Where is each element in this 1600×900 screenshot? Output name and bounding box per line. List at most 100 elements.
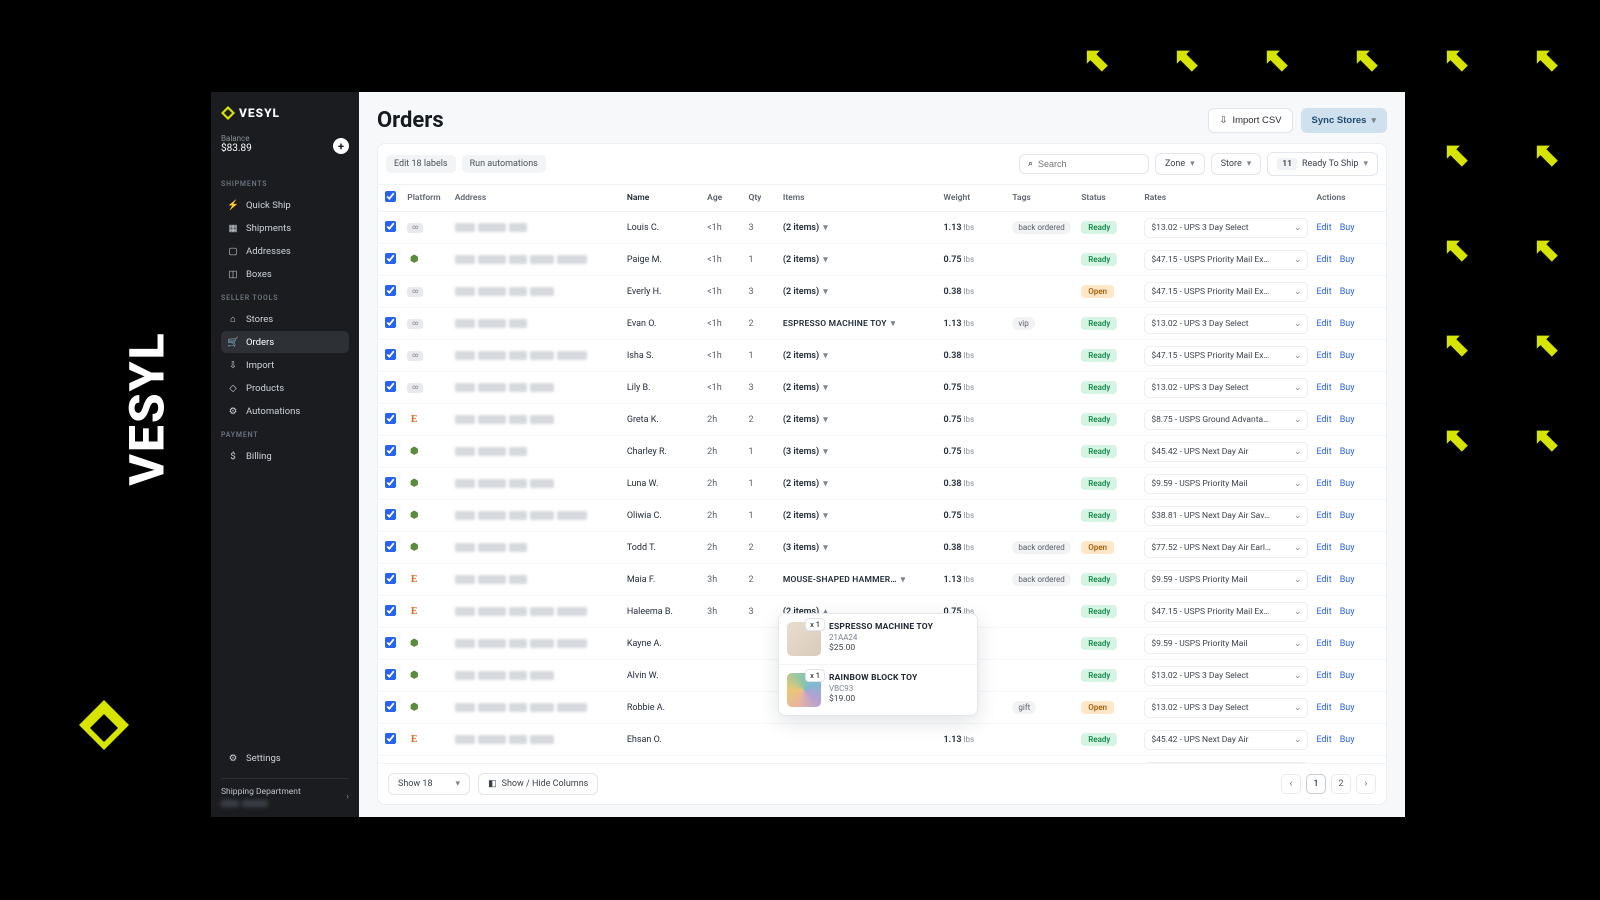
row-checkbox[interactable]: [385, 253, 396, 264]
row-checkbox[interactable]: [385, 477, 396, 488]
buy-link[interactable]: Buy: [1340, 735, 1355, 745]
row-checkbox[interactable]: [385, 573, 396, 584]
buy-link[interactable]: Buy: [1340, 447, 1355, 457]
pager-next[interactable]: ›: [1356, 774, 1376, 794]
buy-link[interactable]: Buy: [1340, 415, 1355, 425]
import-csv-button[interactable]: ⇩ Import CSV: [1208, 108, 1292, 133]
edit-link[interactable]: Edit: [1316, 415, 1331, 425]
rate-cell[interactable]: $47.15 - USPS Priority Mail Express⌄: [1140, 596, 1312, 628]
buy-link[interactable]: Buy: [1340, 639, 1355, 649]
rate-cell[interactable]: $13.02 - UPS 3 Day Select⌄: [1140, 692, 1312, 724]
pager-page-1[interactable]: 1: [1306, 774, 1326, 794]
edit-link[interactable]: Edit: [1316, 607, 1331, 617]
nav-products[interactable]: ◇Products: [221, 377, 349, 399]
store-filter[interactable]: Store▾: [1211, 153, 1262, 175]
buy-link[interactable]: Buy: [1340, 319, 1355, 329]
buy-link[interactable]: Buy: [1340, 575, 1355, 585]
items-cell[interactable]: ESPRESSO MACHINE TOY ▾: [779, 308, 940, 340]
rate-cell[interactable]: $9.59 - USPS Priority Mail⌄: [1140, 564, 1312, 596]
items-cell[interactable]: (2 items) ▾: [779, 212, 940, 244]
row-checkbox[interactable]: [385, 285, 396, 296]
rate-cell[interactable]: $45.42 - UPS Next Day Air⌄: [1140, 724, 1312, 756]
show-hide-columns-button[interactable]: ◧Show / Hide Columns: [478, 773, 598, 795]
edit-link[interactable]: Edit: [1316, 543, 1331, 553]
sync-stores-button[interactable]: Sync Stores ▾: [1301, 108, 1387, 133]
row-checkbox[interactable]: [385, 605, 396, 616]
row-checkbox[interactable]: [385, 445, 396, 456]
buy-link[interactable]: Buy: [1340, 351, 1355, 361]
rate-cell[interactable]: $13.02 - UPS 3 Day Select⌄: [1140, 660, 1312, 692]
row-checkbox[interactable]: [385, 317, 396, 328]
items-cell[interactable]: (2 items) ▾: [779, 276, 940, 308]
edit-link[interactable]: Edit: [1316, 671, 1331, 681]
rate-cell[interactable]: $13.02 - UPS 3 Day Select⌄: [1140, 372, 1312, 404]
buy-link[interactable]: Buy: [1340, 511, 1355, 521]
search-input-wrap[interactable]: ⌕: [1019, 154, 1149, 174]
pager-page-2[interactable]: 2: [1331, 774, 1351, 794]
edit-labels-button[interactable]: Edit 18 labels: [386, 155, 456, 173]
row-checkbox[interactable]: [385, 349, 396, 360]
nav-import[interactable]: ⇩Import: [221, 354, 349, 376]
edit-link[interactable]: Edit: [1316, 319, 1331, 329]
rate-cell[interactable]: $8.75 - USPS Ground Advantage⌄: [1140, 404, 1312, 436]
buy-link[interactable]: Buy: [1340, 543, 1355, 553]
edit-link[interactable]: Edit: [1316, 735, 1331, 745]
department-switcher[interactable]: Shipping Department ›: [221, 787, 349, 807]
run-automations-button[interactable]: Run automations: [462, 155, 546, 173]
buy-link[interactable]: Buy: [1340, 383, 1355, 393]
edit-link[interactable]: Edit: [1316, 255, 1331, 265]
items-cell[interactable]: (2 items) ▾: [779, 244, 940, 276]
items-cell[interactable]: (2 items) ▾: [779, 340, 940, 372]
edit-link[interactable]: Edit: [1316, 703, 1331, 713]
rate-cell[interactable]: $9.59 - USPS Priority Mail⌄: [1140, 468, 1312, 500]
edit-link[interactable]: Edit: [1316, 479, 1331, 489]
nav-settings[interactable]: ⚙Settings: [221, 747, 349, 769]
row-checkbox[interactable]: [385, 413, 396, 424]
page-size-select[interactable]: Show 18▾: [388, 773, 470, 795]
row-checkbox[interactable]: [385, 637, 396, 648]
items-cell[interactable]: (2 items) ▾: [779, 500, 940, 532]
rate-cell[interactable]: $13.02 - UPS 3 Day Select⌄: [1140, 308, 1312, 340]
row-checkbox[interactable]: [385, 669, 396, 680]
buy-link[interactable]: Buy: [1340, 607, 1355, 617]
edit-link[interactable]: Edit: [1316, 287, 1331, 297]
nav-boxes[interactable]: ◫Boxes: [221, 263, 349, 285]
rate-cell[interactable]: $38.81 - UPS Next Day Air Saver⌄: [1140, 500, 1312, 532]
items-cell[interactable]: MOUSE-SHAPED HAMMER… ▾: [779, 564, 940, 596]
items-cell[interactable]: (2 items) ▾: [779, 468, 940, 500]
edit-link[interactable]: Edit: [1316, 511, 1331, 521]
edit-link[interactable]: Edit: [1316, 575, 1331, 585]
rate-cell[interactable]: $47.15 - USPS Priority Mail Express⌄: [1140, 276, 1312, 308]
nav-addresses[interactable]: ▢Addresses: [221, 240, 349, 262]
items-cell[interactable]: (3 items) ▾: [779, 436, 940, 468]
zone-filter[interactable]: Zone▾: [1155, 153, 1205, 175]
buy-link[interactable]: Buy: [1340, 255, 1355, 265]
items-cell[interactable]: [779, 724, 940, 756]
buy-link[interactable]: Buy: [1340, 479, 1355, 489]
pager-prev[interactable]: ‹: [1281, 774, 1301, 794]
row-checkbox[interactable]: [385, 221, 396, 232]
edit-link[interactable]: Edit: [1316, 447, 1331, 457]
items-cell[interactable]: (2 items) ▾: [779, 372, 940, 404]
rate-cell[interactable]: $9.59 - USPS Priority Mail⌄: [1140, 628, 1312, 660]
nav-stores[interactable]: ⌂Stores: [221, 308, 349, 330]
row-checkbox[interactable]: [385, 509, 396, 520]
rate-cell[interactable]: $45.42 - UPS Next Day Air⌄: [1140, 436, 1312, 468]
row-checkbox[interactable]: [385, 701, 396, 712]
rate-cell[interactable]: $47.15 - USPS Priority Mail Express⌄: [1140, 340, 1312, 372]
nav-billing[interactable]: $Billing: [221, 445, 349, 467]
nav-quick-ship[interactable]: ⚡Quick Ship: [221, 194, 349, 216]
buy-link[interactable]: Buy: [1340, 287, 1355, 297]
row-checkbox[interactable]: [385, 541, 396, 552]
edit-link[interactable]: Edit: [1316, 383, 1331, 393]
nav-automations[interactable]: ⚙Automations: [221, 400, 349, 422]
nav-shipments[interactable]: ▦Shipments: [221, 217, 349, 239]
add-funds-button[interactable]: +: [333, 138, 349, 154]
row-checkbox[interactable]: [385, 381, 396, 392]
nav-orders[interactable]: 🛒Orders: [221, 331, 349, 353]
search-input[interactable]: [1038, 159, 1140, 169]
edit-link[interactable]: Edit: [1316, 639, 1331, 649]
edit-link[interactable]: Edit: [1316, 223, 1331, 233]
ready-to-ship-filter[interactable]: 11 Ready To Ship▾: [1267, 152, 1378, 176]
select-all-checkbox[interactable]: [385, 191, 396, 202]
